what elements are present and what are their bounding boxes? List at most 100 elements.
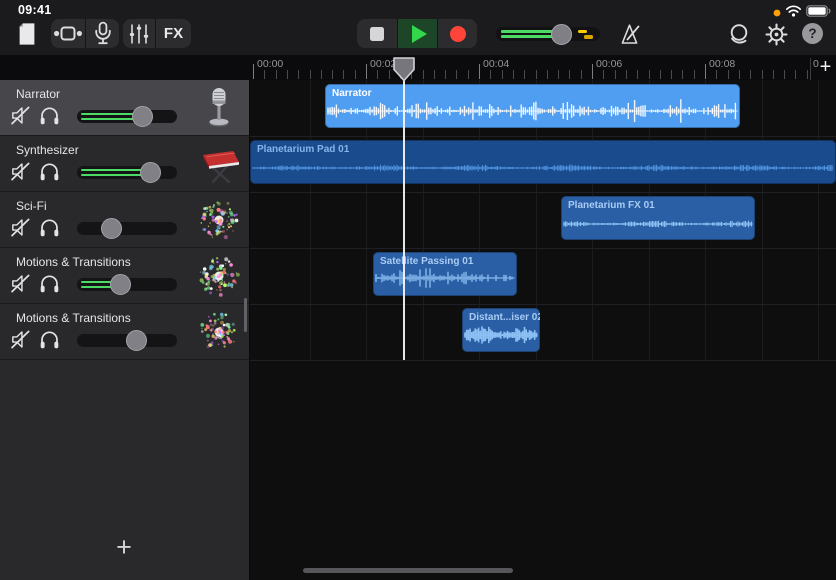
help-button[interactable]: ? bbox=[802, 23, 823, 44]
region-clip[interactable]: Narrator bbox=[325, 84, 740, 128]
status-clock: 09:41 bbox=[18, 3, 51, 17]
solo-headphones-button[interactable] bbox=[37, 160, 61, 184]
record-button[interactable] bbox=[437, 19, 477, 48]
instrument-icon-keyboard bbox=[197, 142, 241, 186]
wifi-icon bbox=[786, 4, 801, 22]
track-row[interactable]: Sci-Fi bbox=[0, 192, 249, 248]
track-volume-slider[interactable] bbox=[77, 278, 177, 291]
track-controls-button[interactable] bbox=[123, 19, 155, 48]
playhead[interactable] bbox=[393, 57, 415, 87]
add-track-button[interactable]: + bbox=[109, 532, 139, 562]
volume-knob[interactable] bbox=[551, 24, 572, 45]
region-label: Narrator bbox=[332, 88, 371, 99]
ruler-tick bbox=[490, 70, 491, 79]
status-icons bbox=[773, 4, 831, 22]
ruler-tick bbox=[694, 70, 695, 79]
ruler-tick bbox=[795, 70, 796, 79]
mute-button[interactable] bbox=[8, 160, 32, 184]
fx-button[interactable]: FX bbox=[155, 19, 191, 48]
ruler-tick bbox=[762, 70, 763, 79]
metronome-button[interactable] bbox=[615, 20, 643, 48]
volume-knob[interactable] bbox=[132, 106, 153, 127]
timeline-lanes[interactable]: Narrator Planetarium Pad 01 Planetarium FX… bbox=[250, 80, 836, 580]
mute-button[interactable] bbox=[8, 216, 32, 240]
ruler-tick bbox=[784, 70, 785, 79]
track-row[interactable]: Narrator bbox=[0, 80, 249, 136]
mute-speaker-icon bbox=[9, 171, 32, 186]
headphones-icon bbox=[38, 283, 61, 298]
ruler-tick bbox=[569, 70, 570, 79]
ruler-tick bbox=[377, 70, 378, 79]
ruler-edge-separator bbox=[810, 58, 811, 80]
level-meter-bar bbox=[501, 35, 557, 38]
region-clip[interactable]: Planetarium FX 01 bbox=[561, 196, 755, 240]
grid-line bbox=[310, 80, 311, 360]
headphones-icon bbox=[38, 339, 61, 354]
horizontal-scrollbar[interactable] bbox=[303, 568, 513, 573]
volume-knob[interactable] bbox=[126, 330, 147, 351]
solo-headphones-button[interactable] bbox=[37, 104, 61, 128]
my-songs-document-button[interactable] bbox=[12, 18, 42, 49]
region-clip[interactable]: Planetarium Pad 01 bbox=[250, 140, 836, 184]
ruler-tick bbox=[434, 70, 435, 79]
ruler-tick bbox=[445, 70, 446, 79]
ruler-tick bbox=[423, 70, 424, 79]
add-section-button[interactable]: + bbox=[815, 55, 836, 80]
solo-headphones-button[interactable] bbox=[37, 328, 61, 352]
track-row[interactable]: Motions & Transitions bbox=[0, 248, 249, 304]
transport-controls bbox=[357, 19, 477, 48]
ruler-tick bbox=[355, 70, 356, 79]
timeline-ruler[interactable]: 0 + 00:0000:0200:0400:0600:08 bbox=[0, 55, 836, 80]
ruler-time-label: 00:04 bbox=[483, 58, 509, 70]
loop-browser-button[interactable] bbox=[726, 21, 753, 48]
vertical-scrollbar[interactable] bbox=[244, 298, 247, 332]
toolbar: 09:41 bbox=[0, 0, 836, 55]
track-row[interactable]: Synthesizer bbox=[0, 136, 249, 192]
ruler-tick bbox=[389, 70, 390, 79]
mute-speaker-icon bbox=[9, 339, 32, 354]
track-name: Synthesizer bbox=[16, 143, 79, 157]
track-row[interactable]: Motions & Transitions bbox=[0, 304, 249, 360]
solo-headphones-button[interactable] bbox=[37, 216, 61, 240]
track-volume-slider[interactable] bbox=[77, 166, 177, 179]
ruler-tick bbox=[603, 70, 604, 79]
master-volume-slider[interactable] bbox=[496, 27, 600, 41]
ruler-tick bbox=[366, 64, 367, 79]
settings-button[interactable] bbox=[763, 21, 790, 48]
track-name: Motions & Transitions bbox=[16, 311, 131, 325]
volume-knob[interactable] bbox=[140, 162, 161, 183]
ruler-tick bbox=[298, 70, 299, 79]
ruler-tick bbox=[264, 70, 265, 79]
stop-icon bbox=[370, 27, 384, 41]
volume-knob[interactable] bbox=[101, 218, 122, 239]
region-clip[interactable]: Satellite Passing 01 bbox=[373, 252, 517, 296]
track-name: Narrator bbox=[16, 87, 60, 101]
play-button[interactable] bbox=[397, 19, 437, 48]
ruler-tick bbox=[671, 70, 672, 79]
region-clip[interactable]: Distant...iser 02 bbox=[462, 308, 540, 352]
instrument-view-button[interactable] bbox=[85, 19, 119, 48]
mute-speaker-icon bbox=[9, 283, 32, 298]
region-label: Planetarium FX 01 bbox=[568, 200, 655, 211]
track-volume-slider[interactable] bbox=[77, 334, 177, 347]
mute-button[interactable] bbox=[8, 272, 32, 296]
ruler-tick bbox=[716, 70, 717, 79]
headphones-icon bbox=[38, 227, 61, 242]
ruler-tick bbox=[287, 70, 288, 79]
solo-headphones-button[interactable] bbox=[37, 272, 61, 296]
track-volume-slider[interactable] bbox=[77, 110, 177, 123]
ruler-tick bbox=[773, 70, 774, 79]
track-volume-slider[interactable] bbox=[77, 222, 177, 235]
volume-knob[interactable] bbox=[110, 274, 131, 295]
ruler-tick bbox=[332, 70, 333, 79]
row-separator bbox=[250, 248, 836, 249]
stop-button[interactable] bbox=[357, 19, 397, 48]
mute-button[interactable] bbox=[8, 328, 32, 352]
tracks-view-button[interactable] bbox=[51, 19, 85, 48]
mute-button[interactable] bbox=[8, 104, 32, 128]
ruler-tick bbox=[739, 70, 740, 79]
region-label: Planetarium Pad 01 bbox=[257, 144, 349, 155]
play-icon bbox=[412, 25, 427, 43]
ruler-tick bbox=[513, 70, 514, 79]
headphones-icon bbox=[38, 171, 61, 186]
